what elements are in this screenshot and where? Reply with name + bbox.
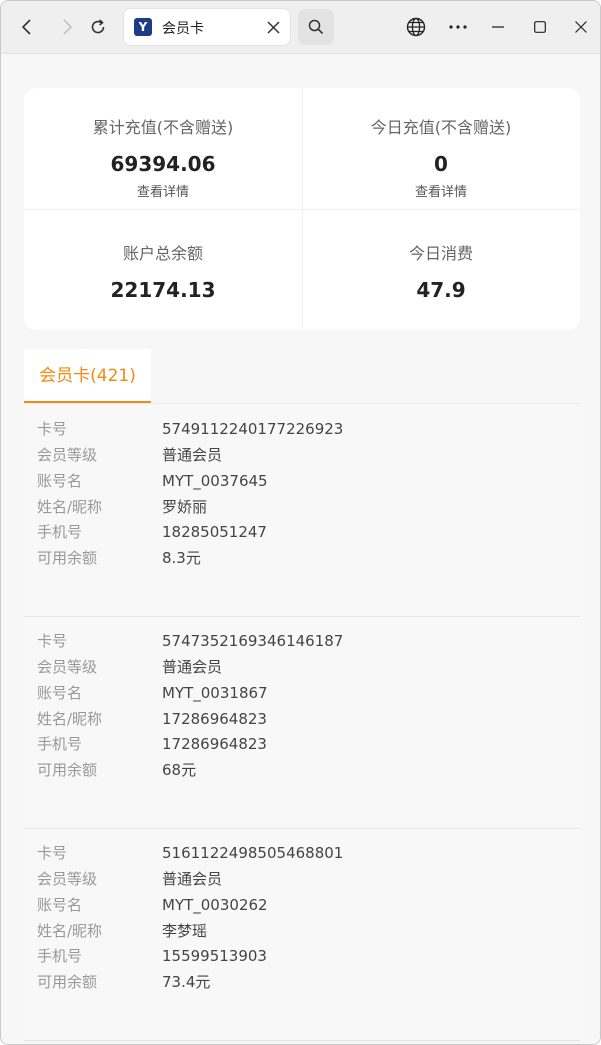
stat-today-consume: 今日消费 47.9	[302, 240, 580, 302]
back-button[interactable]	[13, 13, 41, 41]
browser-toolbar: Y 会员卡	[1, 1, 600, 54]
close-tab-button[interactable]	[267, 15, 280, 39]
member-card[interactable]: 卡号 5749112240177226923 会员等级 普通会员 账号名 MYT_00…	[24, 405, 580, 617]
stat-value: 0	[434, 152, 448, 176]
balance-value: 68元	[162, 761, 197, 779]
tabs-bar: 会员卡(421)	[24, 349, 580, 404]
stat-label: 累计充值(不含赠送)	[92, 118, 234, 137]
search-icon	[308, 19, 324, 35]
stat-total-recharge: 累计充值(不含赠送) 69394.06 查看详情	[24, 114, 302, 200]
field-label: 可用余额	[37, 549, 98, 567]
minimize-button[interactable]	[484, 13, 512, 41]
close-window-button[interactable]	[567, 13, 595, 41]
account-value: MYT_0030262	[162, 896, 268, 914]
field-label: 可用余额	[37, 973, 98, 991]
field-label: 会员等级	[37, 870, 98, 888]
stat-value: 69394.06	[110, 152, 216, 176]
view-details-link[interactable]: 查看详情	[302, 181, 580, 200]
name-value: 17286964823	[162, 710, 267, 728]
minimize-icon	[492, 26, 504, 28]
field-label: 姓名/昵称	[37, 922, 103, 940]
level-value: 普通会员	[162, 658, 223, 676]
globe-icon	[406, 17, 426, 37]
more-menu-button[interactable]	[444, 13, 472, 41]
field-label: 账号名	[37, 896, 83, 914]
field-label: 卡号	[37, 844, 68, 862]
close-icon	[267, 21, 280, 34]
search-button[interactable]	[298, 9, 334, 45]
field-label: 手机号	[37, 523, 83, 541]
name-value: 罗娇丽	[162, 498, 208, 516]
stats-card: 累计充值(不含赠送) 69394.06 查看详情 今日充值(不含赠送) 0 查看…	[24, 88, 580, 330]
stat-value: 47.9	[416, 278, 466, 302]
stat-today-recharge: 今日充值(不含赠送) 0 查看详情	[302, 114, 580, 200]
favicon-icon: Y	[134, 18, 152, 36]
member-card-list: 卡号 5749112240177226923 会员等级 普通会员 账号名 MYT_00…	[24, 405, 580, 1041]
stat-account-balance: 账户总余额 22174.13	[24, 240, 302, 302]
card-no-value: 5161122498505468801	[162, 844, 344, 862]
account-value: MYT_0031867	[162, 684, 268, 702]
field-label: 会员等级	[37, 446, 98, 464]
field-label: 手机号	[37, 735, 83, 753]
field-label: 账号名	[37, 684, 83, 702]
page-content: 累计充值(不含赠送) 69394.06 查看详情 今日充值(不含赠送) 0 查看…	[1, 55, 600, 1044]
field-label: 可用余额	[37, 761, 98, 779]
maximize-icon	[534, 21, 546, 33]
close-icon	[575, 21, 587, 33]
language-button[interactable]	[402, 13, 430, 41]
balance-value: 8.3元	[162, 549, 201, 567]
field-label: 卡号	[37, 420, 68, 438]
phone-value: 15599513903	[162, 947, 267, 965]
divider	[24, 209, 580, 210]
view-details-link[interactable]: 查看详情	[24, 181, 302, 200]
stat-label: 今日充值(不含赠送)	[370, 118, 512, 137]
card-no-value: 5747352169346146187	[162, 632, 344, 650]
phone-value: 18285051247	[162, 523, 267, 541]
browser-tab[interactable]: Y 会员卡	[124, 9, 290, 45]
member-card[interactable]: 卡号 5161122498505468801 会员等级 普通会员 账号名 MYT_00…	[24, 829, 580, 1041]
level-value: 普通会员	[162, 446, 223, 464]
stat-value: 22174.13	[110, 278, 216, 302]
forward-button[interactable]	[53, 13, 81, 41]
balance-value: 73.4元	[162, 973, 211, 991]
level-value: 普通会员	[162, 870, 223, 888]
name-value: 李梦瑶	[162, 922, 208, 940]
tab-member-cards[interactable]: 会员卡(421)	[24, 349, 151, 403]
more-icon	[449, 25, 467, 29]
field-label: 卡号	[37, 632, 68, 650]
arrow-right-icon	[63, 19, 73, 35]
phone-value: 17286964823	[162, 735, 267, 753]
member-card[interactable]: 卡号 5747352169346146187 会员等级 普通会员 账号名 MYT_00…	[24, 617, 580, 829]
field-label: 手机号	[37, 947, 83, 965]
account-value: MYT_0037645	[162, 472, 268, 490]
field-label: 会员等级	[37, 658, 98, 676]
stat-label: 账户总余额	[122, 244, 203, 263]
field-label: 账号名	[37, 472, 83, 490]
arrow-left-icon	[21, 19, 31, 35]
refresh-button[interactable]	[84, 13, 112, 41]
tab-title: 会员卡	[162, 21, 204, 37]
field-label: 姓名/昵称	[37, 710, 103, 728]
refresh-icon	[91, 19, 105, 34]
browser-window: Y 会员卡 累计充值(不含赠送) 69394.06 查看详情 今日充值(不含赠送…	[0, 0, 601, 1045]
stat-label: 今日消费	[408, 244, 473, 263]
maximize-button[interactable]	[526, 13, 554, 41]
card-no-value: 5749112240177226923	[162, 420, 344, 438]
field-label: 姓名/昵称	[37, 498, 103, 516]
